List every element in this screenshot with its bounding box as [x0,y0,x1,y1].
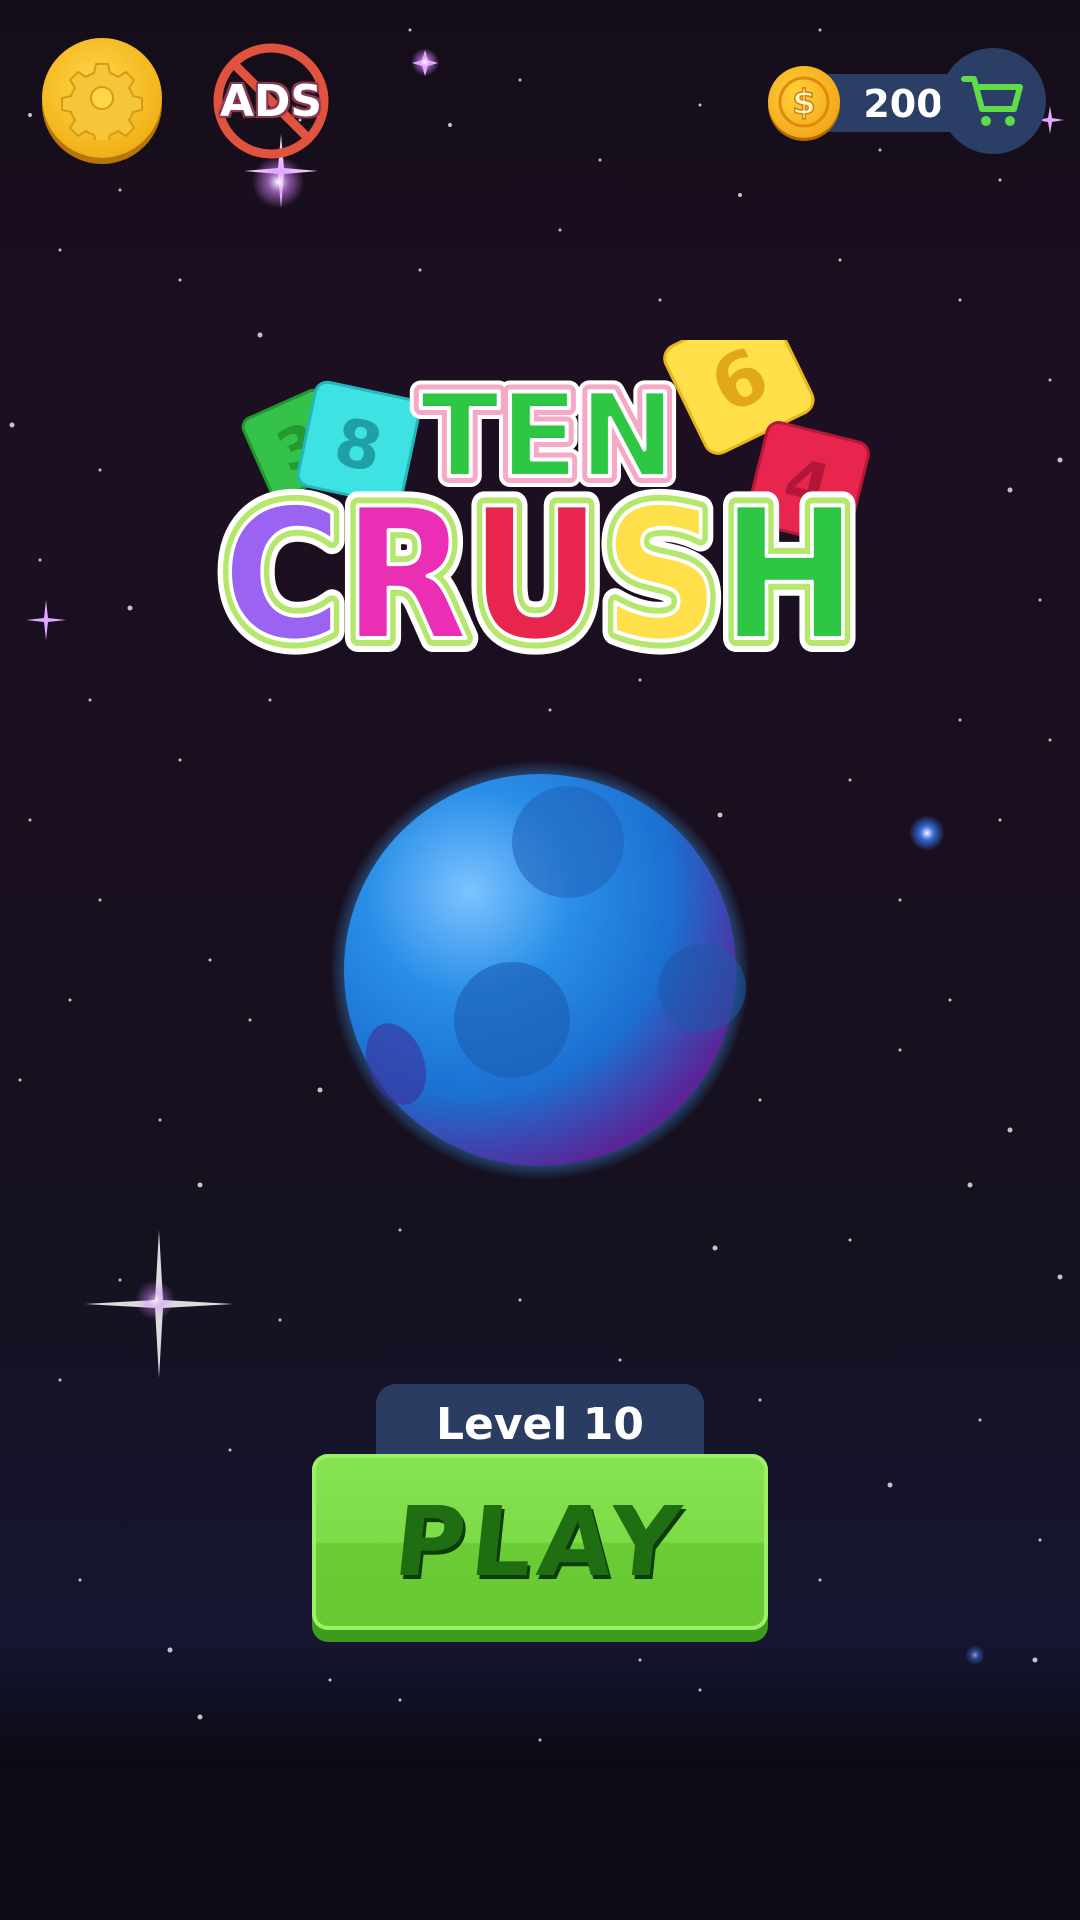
play-button[interactable]: PLAY [312,1454,768,1630]
dollar-coin-icon: $ [768,66,840,138]
level-label: Level 10 [435,1398,645,1450]
svg-text:$: $ [792,83,816,123]
game-logo: 3 8 6 4 TEN TEN TEN CRUSH CRUSH CRUSH [208,340,872,660]
bottom-band [0,1768,1080,1920]
shopping-cart-icon [961,76,1023,126]
gear-icon [61,63,143,140]
svg-text:CRUSH: CRUSH [222,469,858,660]
play-button-label: PLAY [389,1486,691,1598]
level-indicator: Level 10 [376,1384,704,1464]
settings-button[interactable] [42,38,162,158]
logo-line2: CRUSH CRUSH CRUSH [208,455,872,660]
shop-button[interactable] [940,48,1046,154]
planet-illustration [330,760,750,1180]
no-ads-label: ADS [219,75,323,127]
no-ads-button[interactable]: ADS [212,42,330,160]
